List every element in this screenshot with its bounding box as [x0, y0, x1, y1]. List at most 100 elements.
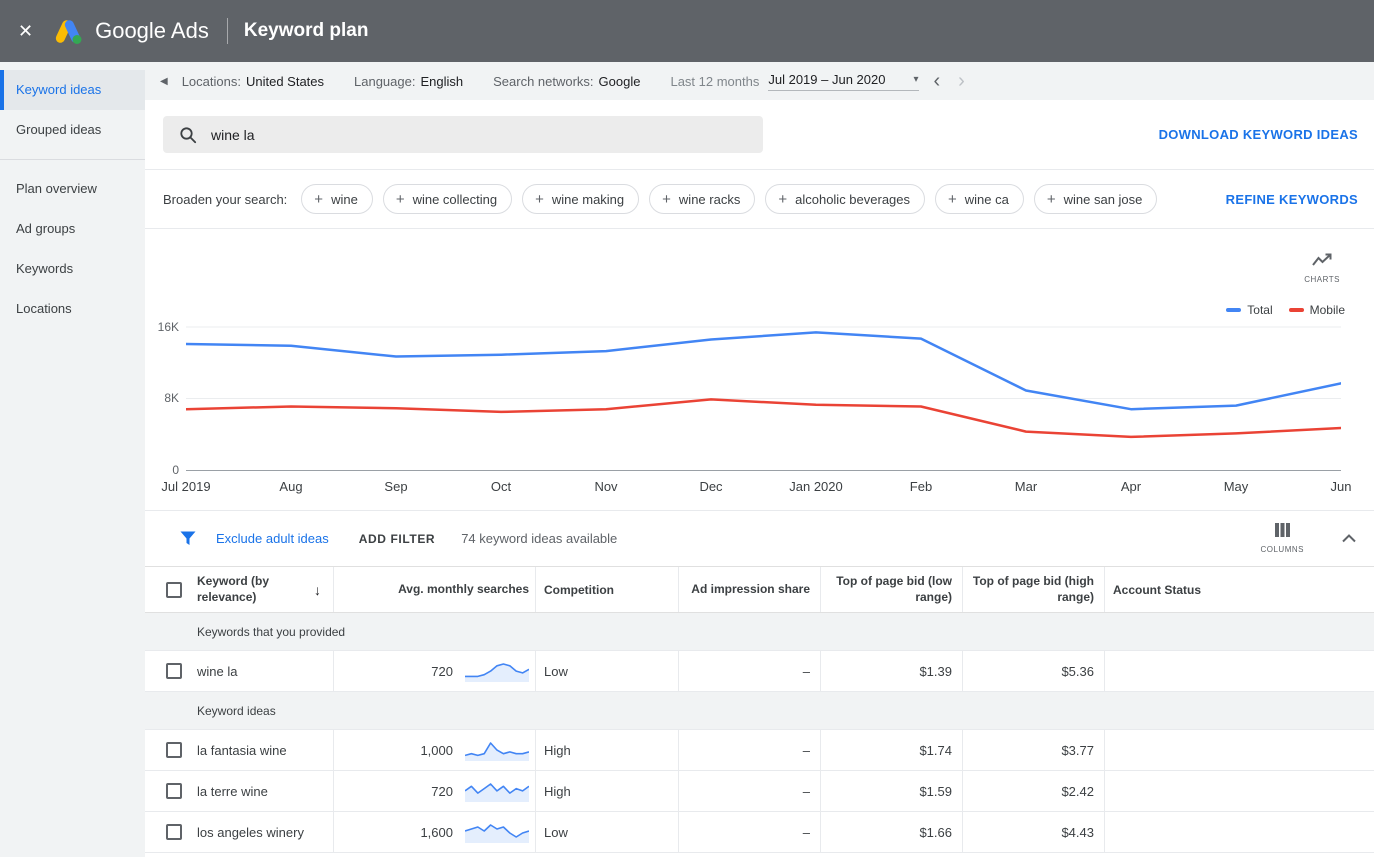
locations-label: Locations:	[181, 73, 241, 89]
keyword-search-input[interactable]: wine la	[163, 116, 763, 153]
plus-icon: +	[778, 190, 788, 208]
language-label: Language:	[354, 73, 416, 89]
total-series-swatch	[1226, 308, 1242, 312]
row-checkbox[interactable]	[166, 824, 182, 840]
range-dropdown[interactable]: Jul 2019 – Jun 2020 ▾	[768, 71, 919, 91]
checkbox-cell	[145, 812, 189, 852]
broaden-chip-wine-making[interactable]: + wine making	[522, 184, 640, 214]
plus-icon: +	[314, 190, 324, 208]
download-keyword-ideas-button[interactable]: DOWNLOAD KEYWORD IDEAS	[1159, 127, 1358, 142]
y-axis-tick: 16K	[157, 320, 179, 334]
header-account-status[interactable]: Account Status	[1104, 567, 1374, 612]
row-checkbox[interactable]	[166, 783, 182, 799]
x-axis-label: Aug	[279, 479, 303, 494]
avg-monthly-searches-cell: 1,000	[333, 730, 535, 770]
topbar-divider	[226, 18, 228, 44]
table-row[interactable]: la fantasia wine 1,000 High – $1.74 $3.77	[145, 730, 1374, 771]
settings-bar: ◀ Locations: United States Language: Engli…	[145, 62, 1374, 100]
locations-value: United States	[245, 73, 325, 89]
sidebar-item-plan-overview[interactable]: Plan overview	[0, 169, 145, 209]
chip-label: alcoholic beverages	[795, 191, 911, 207]
checkbox-cell	[145, 771, 189, 811]
x-axis-labels: Jul 2019 Aug Sep Oct Nov Dec Jan 2020 Feb Mar Apr…	[161, 479, 1351, 501]
brand-name: Google Ads	[95, 18, 209, 43]
x-axis-label: Jan 2020	[789, 479, 843, 494]
collapse-panel-button[interactable]	[1342, 534, 1356, 543]
x-axis-label: Feb	[909, 479, 933, 494]
close-icon[interactable]: ✕	[18, 21, 33, 42]
sidebar-item-keywords[interactable]: Keywords	[0, 249, 145, 289]
top-of-page-bid-high-cell: $3.77	[962, 730, 1104, 770]
header-ad-impression-share[interactable]: Ad impression share	[678, 567, 820, 612]
select-all-checkbox[interactable]	[166, 581, 182, 598]
header-top-of-page-bid-low[interactable]: Top of page bid (low range)	[820, 567, 962, 612]
searches-sparkline-chart	[465, 780, 529, 802]
chip-label: wine making	[551, 191, 625, 207]
header-competition[interactable]: Competition	[535, 567, 678, 612]
search-query-text: wine la	[211, 126, 255, 143]
next-period-button[interactable]: ›	[949, 71, 974, 91]
broaden-chip-wine-collecting[interactable]: + wine collecting	[382, 184, 513, 214]
previous-period-button[interactable]: ‹	[925, 71, 950, 91]
locations-setting[interactable]: Locations: United States	[182, 74, 324, 89]
date-range-selector[interactable]: Last 12 months Jul 2019 – Jun 2020 ▾	[670, 71, 919, 91]
legend-mobile-label: Mobile	[1309, 303, 1345, 317]
sidebar: Keyword ideas Grouped ideas Plan overvie…	[0, 62, 145, 857]
refine-keywords-button[interactable]: REFINE KEYWORDS	[1226, 192, 1358, 207]
sidebar-item-grouped-ideas[interactable]: Grouped ideas	[0, 110, 145, 150]
competition-cell: Low	[535, 812, 678, 852]
table-header-row: Keyword (by relevance) ↓ Avg. monthly sea…	[145, 566, 1374, 613]
legend-mobile[interactable]: Mobile	[1288, 303, 1345, 317]
page-title: Keyword plan	[243, 20, 369, 41]
plus-icon: +	[662, 190, 671, 208]
x-axis-label: Dec	[699, 479, 723, 494]
sidebar-divider	[0, 159, 145, 160]
account-status-cell	[1104, 730, 1374, 770]
x-axis-label: Jul 2019	[161, 479, 211, 494]
header-top-of-page-bid-high[interactable]: Top of page bid (high range)	[962, 567, 1104, 612]
exclude-adult-ideas-filter[interactable]: Exclude adult ideas	[216, 531, 329, 546]
broaden-chip-wine-racks[interactable]: + wine racks	[649, 184, 756, 214]
main-content: ◀ Locations: United States Language: Engli…	[145, 62, 1374, 857]
ad-impression-share-cell: –	[678, 771, 820, 811]
sort-descending-icon: ↓	[314, 581, 321, 598]
searches-sparkline-chart	[465, 660, 529, 682]
chip-label: wine san jose	[1063, 191, 1143, 207]
header-avg-monthly-searches[interactable]: Avg. monthly searches	[333, 567, 535, 612]
row-checkbox[interactable]	[166, 663, 182, 679]
broaden-chip-wine[interactable]: + wine	[301, 184, 373, 214]
filter-icon[interactable]	[180, 531, 196, 546]
header-keyword[interactable]: Keyword (by relevance) ↓	[189, 567, 333, 612]
broaden-chip-wine-san-jose[interactable]: + wine san jose	[1033, 184, 1158, 214]
x-axis-label: Oct	[490, 479, 512, 494]
add-filter-button[interactable]: ADD FILTER	[359, 532, 435, 546]
row-checkbox[interactable]	[166, 742, 182, 758]
account-status-cell	[1104, 771, 1374, 811]
filter-bar: Exclude adult ideas ADD FILTER 74 keywor…	[145, 511, 1374, 566]
table-row[interactable]: wine la 720 Low – $1.39 $5.36	[145, 651, 1374, 692]
plus-icon: +	[535, 190, 544, 208]
chip-label: wine	[331, 191, 358, 207]
broaden-chip-wine-ca[interactable]: + wine ca	[935, 184, 1024, 214]
sidebar-item-keyword-ideas[interactable]: Keyword ideas	[0, 70, 145, 110]
columns-button[interactable]: COLUMNS	[1260, 523, 1304, 554]
plus-icon: +	[395, 190, 405, 208]
sidebar-item-locations[interactable]: Locations	[0, 289, 145, 329]
searches-sparkline-chart	[465, 821, 529, 843]
legend-total[interactable]: Total	[1226, 303, 1273, 317]
mobile-series-swatch	[1288, 308, 1304, 312]
charts-toggle-button[interactable]: CHARTS	[1304, 253, 1340, 284]
range-value: Jul 2019 – Jun 2020	[768, 71, 886, 87]
table-row[interactable]: la terre wine 720 High – $1.59 $2.42	[145, 771, 1374, 812]
back-arrow-icon[interactable]: ◀	[160, 76, 168, 87]
keyword-ideas-table: Keyword (by relevance) ↓ Avg. monthly sea…	[145, 566, 1374, 857]
sidebar-item-ad-groups[interactable]: Ad groups	[0, 209, 145, 249]
broaden-chip-alcoholic-beverages[interactable]: + alcoholic beverages	[765, 184, 926, 214]
search-networks-setting[interactable]: Search networks: Google	[493, 74, 640, 89]
networks-value: Google	[598, 73, 641, 89]
search-row: wine la DOWNLOAD KEYWORD IDEAS	[145, 100, 1374, 170]
table-row[interactable]: los angeles winery 1,600 Low – $1.66 $4.43	[145, 812, 1374, 853]
charts-toggle-label: CHARTS	[1304, 275, 1340, 284]
language-setting[interactable]: Language: English	[354, 74, 463, 89]
keyword-cell: los angeles winery	[197, 824, 304, 840]
